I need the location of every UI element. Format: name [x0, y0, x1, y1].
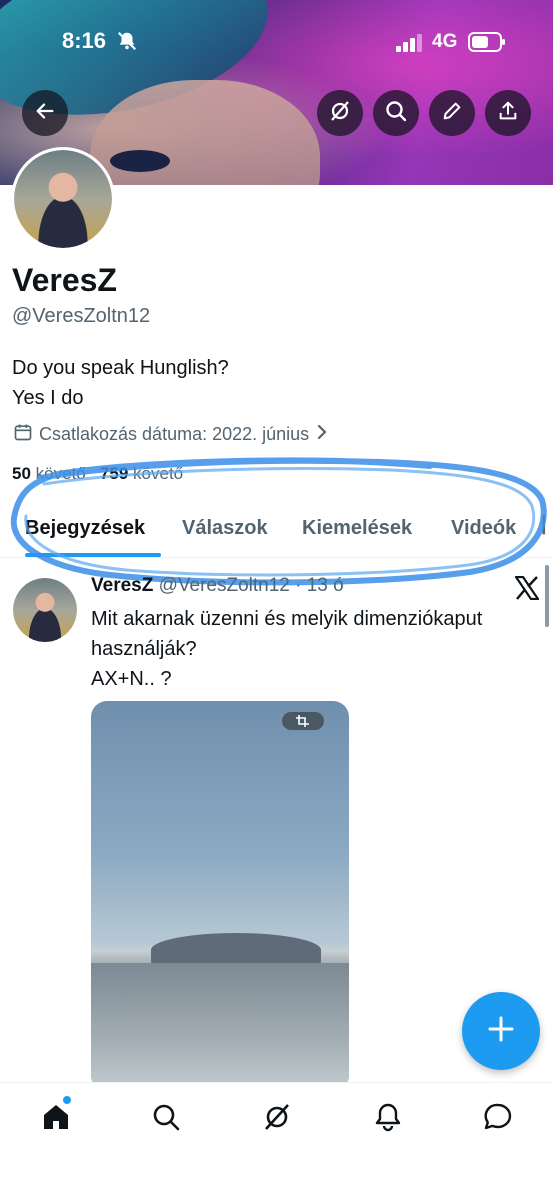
plus-icon [486, 1014, 516, 1049]
tab-highlights[interactable]: Kiemelések [302, 517, 412, 540]
signal-icon [396, 34, 424, 57]
post-author-name[interactable]: VeresZ [91, 575, 153, 596]
tab-replies[interactable]: Válaszok [182, 517, 268, 540]
network-type: 4G [432, 31, 458, 52]
post-text-line: AX+N.. ? [91, 668, 172, 690]
status-time: 8:16 [62, 28, 107, 53]
home-icon [40, 1101, 72, 1138]
active-tab-indicator [25, 553, 161, 557]
following-link[interactable]: 50 követő [12, 464, 86, 483]
back-button[interactable] [22, 90, 68, 136]
messages-icon [482, 1101, 514, 1138]
battery-icon [468, 32, 506, 57]
bell-muted-icon [116, 30, 138, 57]
share-button[interactable] [485, 90, 531, 136]
profile-name: VeresZ [12, 262, 117, 298]
search-icon [384, 99, 408, 128]
home-notification-dot [63, 1096, 71, 1104]
profile-handle: @VeresZoltn12 [12, 305, 151, 327]
scrollbar[interactable] [545, 565, 549, 627]
bio-line: Do you speak Hunglish? [12, 357, 229, 379]
profile-tabs: Bejegyzések Válaszok Kiemelések Videók [0, 505, 553, 558]
image-mountain [151, 933, 321, 967]
tab-posts[interactable]: Bejegyzések [25, 517, 145, 540]
follow-counts: 50 követő 759 követő [12, 464, 183, 484]
followers-link[interactable]: 759 követő [100, 464, 183, 483]
grok-icon [261, 1101, 293, 1138]
followers-count: 759 [99, 464, 129, 483]
bottom-navigation [0, 1082, 553, 1201]
compose-button[interactable] [462, 992, 540, 1070]
joined-date[interactable]: Csatlakozás dátuma: 2022. június [13, 422, 329, 447]
post-header: VeresZ @VeresZoltn12 · 13 ó [91, 575, 344, 597]
tab-overflow[interactable]: | [541, 513, 553, 547]
grok-icon [328, 99, 352, 128]
tab-videos[interactable]: Videók [451, 517, 516, 540]
back-icon [34, 100, 56, 127]
edit-button[interactable] [429, 90, 475, 136]
avatar-photo [13, 578, 77, 642]
followers-label: követő [133, 464, 184, 483]
post-author-handle: @VeresZoltn12 · 13 ó [158, 575, 344, 596]
nav-home[interactable] [36, 1099, 76, 1139]
status-bar: 8:16 4G [0, 0, 553, 84]
crop-icon [282, 712, 324, 730]
nav-search[interactable] [146, 1099, 186, 1139]
share-icon [497, 100, 519, 127]
bio-line: Yes I do [12, 387, 84, 409]
post-image[interactable] [91, 701, 349, 1091]
search-icon [151, 1102, 181, 1137]
nav-grok[interactable] [257, 1099, 297, 1139]
post-text-line: használják? [91, 638, 197, 660]
banner-art-eye [110, 150, 170, 172]
x-logo-icon [514, 575, 540, 605]
following-count: 50 [12, 464, 31, 483]
joined-text: Csatlakozás dátuma: 2022. június [39, 424, 310, 444]
search-button[interactable] [373, 90, 419, 136]
notifications-icon [373, 1102, 403, 1137]
edit-icon [441, 100, 463, 127]
post-text: Mit akarnak üzenni és melyik dimenziókap… [91, 604, 541, 694]
nav-notifications[interactable] [368, 1099, 408, 1139]
post-text-line: Mit akarnak üzenni és melyik dimenziókap… [91, 608, 483, 630]
grok-button[interactable] [317, 90, 363, 136]
avatar-photo [14, 150, 112, 248]
image-water [91, 963, 349, 1091]
nav-messages[interactable] [478, 1099, 518, 1139]
following-label: követő [35, 464, 86, 483]
post-author-avatar[interactable] [13, 578, 77, 642]
calendar-icon [13, 422, 33, 447]
profile-avatar[interactable] [11, 147, 115, 251]
profile-bio: Do you speak Hunglish? Yes I do [12, 353, 229, 413]
chevron-right-icon [315, 424, 329, 445]
